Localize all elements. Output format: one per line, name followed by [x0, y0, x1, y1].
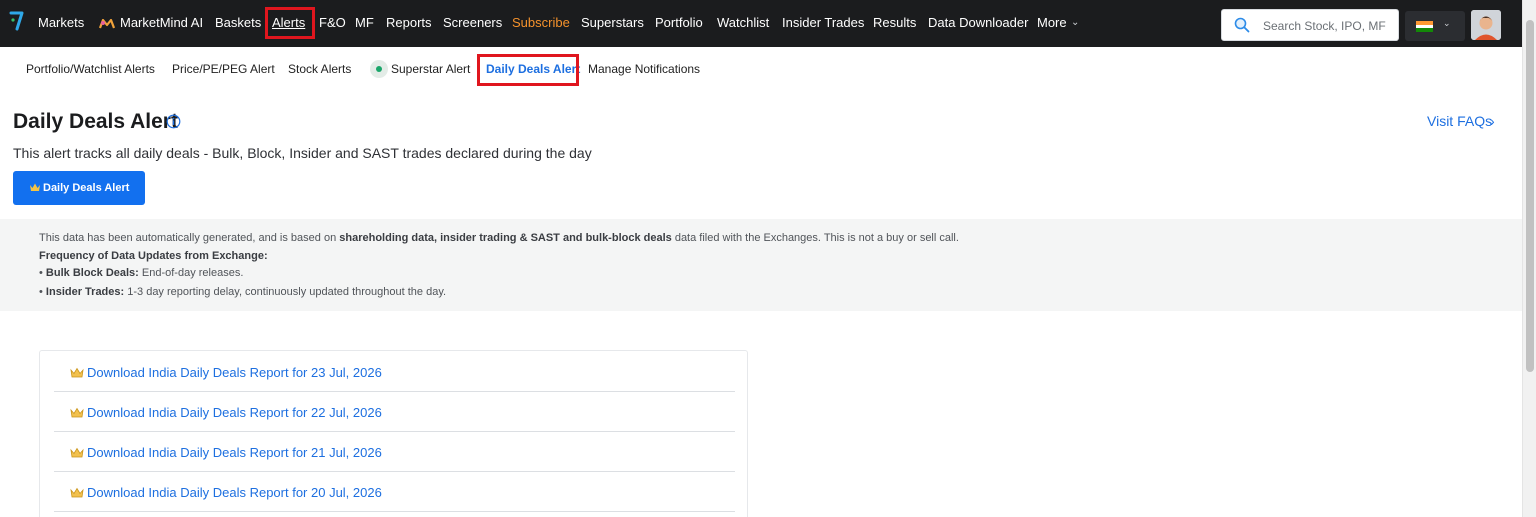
- crown-icon: [30, 183, 40, 191]
- chevron-right-icon[interactable]: ›: [1490, 113, 1495, 129]
- top-navbar: Markets MarketMind AI Baskets Alerts F&O…: [0, 0, 1522, 47]
- live-dot-icon: [370, 60, 388, 78]
- user-avatar-icon: [1471, 10, 1501, 40]
- india-flag-icon: [1416, 21, 1433, 32]
- nav-markets[interactable]: Markets: [38, 15, 84, 31]
- bulk-block-label: Bulk Block Deals:: [45, 267, 139, 279]
- disclaimer-text: data filed with the Exchanges. This is n…: [671, 232, 959, 244]
- insider-trades-text: 1-3 day reporting delay, continuously up…: [124, 286, 447, 298]
- crown-icon: [70, 487, 84, 498]
- search-icon: [1234, 17, 1250, 33]
- nav-portfolio[interactable]: Portfolio: [655, 15, 703, 31]
- tab-manage-notifications[interactable]: Manage Notifications: [588, 62, 700, 76]
- nav-results[interactable]: Results: [873, 15, 916, 31]
- avatar[interactable]: [1471, 10, 1501, 40]
- list-item[interactable]: Download India Daily Deals Report for 21…: [54, 432, 735, 472]
- page-subtitle: This alert tracks all daily deals - Bulk…: [13, 145, 592, 161]
- nav-mf[interactable]: MF: [355, 15, 374, 31]
- chevron-down-icon: ⌄: [1443, 18, 1451, 28]
- data-disclaimer: This data has been automatically generat…: [0, 219, 1522, 311]
- tab-stock-alerts[interactable]: Stock Alerts: [288, 62, 351, 76]
- report-download-link[interactable]: Download India Daily Deals Report for 22…: [87, 405, 382, 420]
- nav-fno[interactable]: F&O: [319, 15, 346, 31]
- disclaimer-line-2: Frequency of Data Updates from Exchange:: [39, 250, 268, 263]
- crown-icon: [70, 447, 84, 458]
- disclaimer-bold-text: shareholding data, insider trading & SAS…: [339, 232, 672, 244]
- chevron-down-icon[interactable]: ⌄: [1071, 17, 1079, 28]
- tab-price-pe-peg-alert[interactable]: Price/PE/PEG Alert: [172, 62, 275, 76]
- report-download-link[interactable]: Download India Daily Deals Report for 21…: [87, 445, 382, 460]
- disclaimer-line-1: This data has been automatically generat…: [39, 232, 959, 245]
- crown-icon: [70, 367, 84, 378]
- nav-watchlist[interactable]: Watchlist: [717, 15, 769, 31]
- search-placeholder: Search Stock, IPO, MF: [1263, 19, 1386, 33]
- logo-icon[interactable]: [9, 10, 25, 32]
- tab-portfolio-watchlist-alerts[interactable]: Portfolio/Watchlist Alerts: [26, 62, 155, 76]
- frequency-heading: Frequency of Data Updates from Exchange:: [39, 250, 268, 262]
- nav-superstars[interactable]: Superstars: [581, 15, 644, 31]
- insider-trades-label: Insider Trades:: [45, 286, 125, 298]
- visit-faqs-link[interactable]: Visit FAQs: [1427, 113, 1492, 129]
- nav-insider-trades[interactable]: Insider Trades: [782, 15, 864, 31]
- disclaimer-text: This data has been automatically generat…: [39, 232, 340, 244]
- alerts-highlight-box: [265, 7, 315, 39]
- nav-screeners[interactable]: Screeners: [443, 15, 502, 31]
- cta-label: Daily Deals Alert: [43, 182, 130, 194]
- daily-deals-highlight-box: [477, 54, 579, 86]
- nav-reports[interactable]: Reports: [386, 15, 432, 31]
- scrollbar-thumb[interactable]: [1526, 20, 1534, 372]
- nav-data-downloader[interactable]: Data Downloader: [928, 15, 1028, 31]
- tab-superstar-alert[interactable]: Superstar Alert: [391, 62, 470, 76]
- list-item[interactable]: Download India Daily Deals Report for 22…: [54, 392, 735, 432]
- report-download-link[interactable]: Download India Daily Deals Report for 20…: [87, 485, 382, 500]
- search-input[interactable]: Search Stock, IPO, MF: [1221, 9, 1399, 41]
- disclaimer-line-4: • Insider Trades: 1-3 day reporting dela…: [39, 286, 447, 298]
- nav-subscribe[interactable]: Subscribe: [512, 15, 570, 31]
- report-download-link[interactable]: Download India Daily Deals Report for 23…: [87, 365, 382, 380]
- crown-icon: [70, 407, 84, 418]
- country-selector[interactable]: ⌄: [1405, 11, 1465, 41]
- page-scrollbar[interactable]: [1522, 0, 1536, 517]
- bulk-block-text: End-of-day releases.: [138, 267, 244, 279]
- page-title: Daily Deals Alert: [13, 110, 178, 133]
- list-item[interactable]: Download India Daily Deals Report for 23…: [54, 352, 735, 392]
- list-item[interactable]: Download India Daily Deals Report for 20…: [54, 472, 735, 512]
- nav-baskets[interactable]: Baskets: [215, 15, 261, 31]
- marketmind-icon: [99, 19, 115, 29]
- nav-more[interactable]: More: [1037, 15, 1067, 31]
- disclaimer-line-3: • Bulk Block Deals: End-of-day releases.: [39, 267, 244, 279]
- nav-marketmind-ai[interactable]: MarketMind AI: [120, 15, 203, 31]
- reports-list: Download India Daily Deals Report for 23…: [39, 350, 748, 517]
- alerts-subtabs: Portfolio/Watchlist Alerts Price/PE/PEG …: [0, 47, 1522, 93]
- info-icon[interactable]: [166, 114, 181, 129]
- daily-deals-alert-button[interactable]: Daily Deals Alert: [13, 171, 145, 205]
